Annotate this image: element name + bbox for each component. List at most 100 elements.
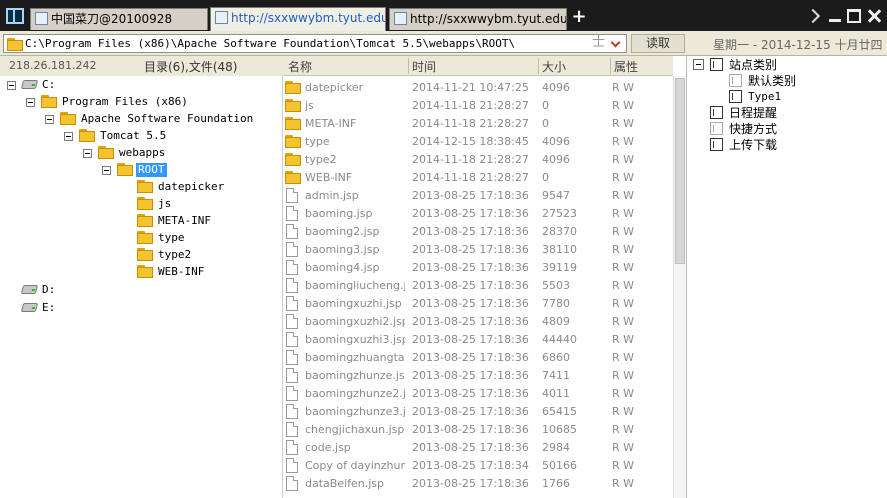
- collapse-toggle-icon[interactable]: [45, 115, 54, 124]
- tab-caidao[interactable]: 中国菜刀@20100928: [30, 8, 208, 30]
- cell-name: baomingxuzhi3.jsp: [305, 333, 405, 346]
- tree-item[interactable]: js: [0, 196, 280, 212]
- folder-icon: [98, 146, 115, 159]
- bookmark-item[interactable]: 上传下载: [687, 137, 887, 153]
- minimize-icon[interactable]: [828, 9, 842, 23]
- table-row[interactable]: baomingzhunze.jsp 2013-08-25 17:18:36 7411…: [283, 367, 673, 385]
- table-row[interactable]: baoming.jsp 2013-08-25 17:18:36 27523 R W: [283, 205, 673, 223]
- file-icon: [286, 278, 298, 293]
- tree-item[interactable]: C:: [0, 77, 280, 93]
- tree-item[interactable]: Tomcat 5.5: [0, 128, 280, 144]
- table-row[interactable]: baomingzhuangtai.jsp 2013-08-25 17:18:36 6…: [283, 349, 673, 367]
- scrollbar-thumb[interactable]: [675, 78, 685, 264]
- table-row[interactable]: baoming3.jsp 2013-08-25 17:18:36 38110 R W: [283, 241, 673, 259]
- bookmark-item[interactable]: 日程提醒: [687, 105, 887, 121]
- file-list: 名称 时间 大小 属性 datepicker 2014-11-21 10:47:2…: [283, 56, 686, 498]
- app-logo-icon[interactable]: [6, 8, 24, 24]
- collapse-toggle-icon[interactable]: [693, 59, 704, 70]
- path-input[interactable]: C:\Program Files (x86)\Apache Software F…: [3, 34, 627, 53]
- bookmark-item[interactable]: 快捷方式: [687, 121, 887, 137]
- table-row[interactable]: baoming4.jsp 2013-08-25 17:18:36 39119 R W: [283, 259, 673, 277]
- cell-time: 2014-12-15 18:38:45: [412, 135, 529, 148]
- folder-icon: [285, 171, 302, 184]
- file-icon: [286, 476, 298, 491]
- read-button[interactable]: 读取: [631, 34, 685, 53]
- cell-name: baoming2.jsp: [305, 225, 380, 238]
- table-row[interactable]: baomingzhunze3.jsp 2013-08-25 17:18:36 654…: [283, 403, 673, 421]
- table-row[interactable]: js 2014-11-18 21:28:27 0 R W: [283, 97, 673, 115]
- cell-attr: R W: [612, 387, 635, 400]
- tree-item[interactable]: Program Files (x86): [0, 94, 280, 110]
- table-row[interactable]: type 2014-12-15 18:38:45 4096 R W: [283, 133, 673, 151]
- category-icon: [710, 58, 723, 71]
- bookmark-label: 默认类别: [748, 74, 797, 88]
- folder-icon: [137, 231, 154, 244]
- tree-item[interactable]: E:: [0, 300, 280, 316]
- collapse-toggle-icon[interactable]: [26, 98, 35, 107]
- chevron-down-icon[interactable]: [610, 37, 621, 48]
- file-icon: [286, 422, 298, 437]
- cell-time: 2014-11-18 21:28:27: [412, 117, 529, 130]
- collapse-toggle-icon[interactable]: [102, 166, 111, 175]
- table-row[interactable]: chengjichaxun.jsp 2013-08-25 17:18:36 1068…: [283, 421, 673, 439]
- table-row[interactable]: META-INF 2014-11-18 21:28:27 0 R W: [283, 115, 673, 133]
- bookmark-item[interactable]: Type1: [687, 89, 887, 105]
- close-icon[interactable]: [867, 9, 881, 23]
- tree-item[interactable]: Apache Software Foundation: [0, 111, 280, 127]
- table-row[interactable]: code.jsp 2013-08-25 17:18:36 2984 R W: [283, 439, 673, 457]
- table-row[interactable]: baomingliucheng.jsp 2013-08-25 17:18:36 55…: [283, 277, 673, 295]
- table-row[interactable]: baomingxuzhi3.jsp 2013-08-25 17:18:36 4444…: [283, 331, 673, 349]
- tree-item[interactable]: type: [0, 230, 280, 246]
- cell-time: 2013-08-25 17:18:36: [412, 387, 529, 400]
- chevron-right-icon[interactable]: [806, 9, 820, 23]
- file-icon: [286, 368, 298, 383]
- cell-time: 2013-08-25 17:18:36: [412, 369, 529, 382]
- tree-item[interactable]: datepicker: [0, 179, 280, 195]
- column-header-name[interactable]: 名称: [288, 58, 312, 75]
- address-bar-row: C:\Program Files (x86)\Apache Software F…: [0, 31, 887, 56]
- table-row[interactable]: baomingxuzhi2.jsp 2013-08-25 17:18:36 4809…: [283, 313, 673, 331]
- column-header-time[interactable]: 时间: [412, 58, 436, 75]
- cell-attr: R W: [612, 441, 635, 454]
- bookmark-label: 快捷方式: [729, 122, 778, 136]
- collapse-toggle-icon[interactable]: [7, 81, 16, 90]
- table-row[interactable]: WEB-INF 2014-11-18 21:28:27 0 R W: [283, 169, 673, 187]
- table-row[interactable]: baoming2.jsp 2013-08-25 17:18:36 28370 R W: [283, 223, 673, 241]
- bookmark-label: 站点类别: [729, 58, 778, 72]
- tree-item[interactable]: ROOT: [0, 162, 280, 178]
- collapse-toggle-icon[interactable]: [83, 149, 92, 158]
- cell-size: 4011: [542, 387, 570, 400]
- column-header-size[interactable]: 大小: [542, 58, 566, 75]
- tree-item[interactable]: webapps: [0, 145, 280, 161]
- cell-size: 0: [542, 99, 549, 112]
- table-row[interactable]: datepicker 2014-11-21 10:47:25 4096 R W: [283, 79, 673, 97]
- cell-name: datepicker: [305, 81, 364, 94]
- column-header-attr[interactable]: 属性: [614, 58, 638, 75]
- cell-time: 2013-08-25 17:18:36: [412, 333, 529, 346]
- table-row[interactable]: admin.jsp 2013-08-25 17:18:36 9547 R W: [283, 187, 673, 205]
- table-row[interactable]: baomingzhunze2.jsp 2013-08-25 17:18:36 401…: [283, 385, 673, 403]
- file-icon: [286, 386, 298, 401]
- cell-time: 2014-11-18 21:28:27: [412, 153, 529, 166]
- tree-item[interactable]: D:: [0, 282, 280, 298]
- tab-site-2[interactable]: http://sxxwwybm.tyut.edu.cn/...: [389, 8, 567, 30]
- bookmark-item[interactable]: 默认类别: [687, 73, 887, 89]
- path-extra-glyph: 士: [592, 35, 606, 50]
- table-row[interactable]: dataBeifen.jsp 2013-08-25 17:18:36 1766 R W: [283, 475, 673, 493]
- table-row[interactable]: type2 2014-11-18 21:28:27 4096 R W: [283, 151, 673, 169]
- bookmark-item[interactable]: 站点类别: [687, 57, 887, 73]
- table-row[interactable]: baomingxuzhi.jsp 2013-08-25 17:18:36 7780 R…: [283, 295, 673, 313]
- list-scrollbar[interactable]: [673, 76, 686, 498]
- new-tab-button[interactable]: +: [571, 8, 587, 26]
- cell-size: 4809: [542, 315, 570, 328]
- maximize-icon[interactable]: [847, 9, 861, 23]
- folder-icon: [41, 95, 58, 108]
- folder-icon: [60, 112, 77, 125]
- tree-item[interactable]: WEB-INF: [0, 264, 280, 280]
- table-row[interactable]: Copy of dayinzhunk... 2013-08-25 17:18:34…: [283, 457, 673, 475]
- collapse-toggle-icon[interactable]: [64, 132, 73, 141]
- tree-item[interactable]: META-INF: [0, 213, 280, 229]
- tab-site-1[interactable]: http://sxxwwybm.tyut.edu.cn/...: [210, 7, 386, 31]
- file-icon: [286, 224, 298, 239]
- tree-item[interactable]: type2: [0, 247, 280, 263]
